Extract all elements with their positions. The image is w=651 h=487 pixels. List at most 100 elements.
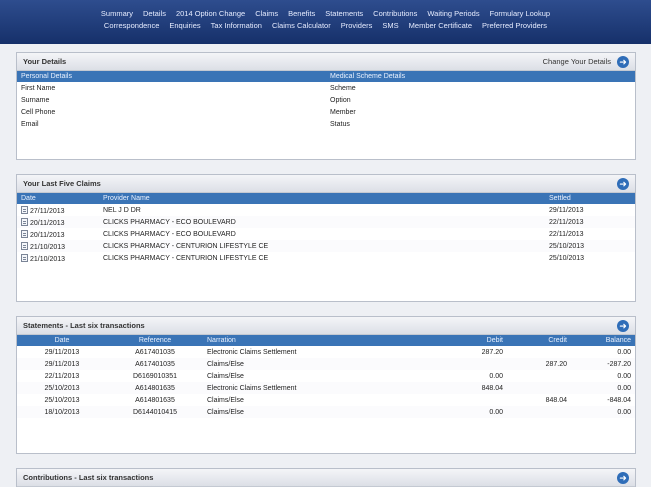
txn-debit [443, 358, 507, 370]
transaction-row: 29/11/2013 A617401035 Electronic Claims … [17, 346, 635, 358]
txn-date: 25/10/2013 [17, 382, 107, 394]
nav-formulary-lookup[interactable]: Formulary Lookup [490, 8, 550, 20]
panel-title: Contributions - Last six transactions [23, 473, 154, 482]
nav-row-1: Summary Details 2014 Option Change Claim… [0, 8, 651, 20]
nav-preferred-providers[interactable]: Preferred Providers [482, 20, 547, 32]
nav-correspondence[interactable]: Correspondence [104, 20, 159, 32]
panel-title: Your Details [23, 57, 67, 66]
arrow-right-icon[interactable]: ➜ [617, 319, 629, 332]
provider-name: CLICKS PHARMACY - CENTURION LIFESTYLE CE [99, 240, 545, 252]
column-header: Reference [107, 335, 203, 346]
txn-narration: Electronic Claims Settlement [207, 348, 297, 356]
txn-reference: A617401035 [107, 358, 203, 370]
provider-name: CLICKS PHARMACY - CENTURION LIFESTYLE CE [103, 254, 269, 262]
nav-tax-information[interactable]: Tax Information [211, 20, 262, 32]
column-header: Narration [203, 335, 443, 346]
txn-narration: Claims/Else [203, 358, 443, 370]
your-details-header: Your Details Change Your Details ➜ [17, 53, 635, 71]
txn-debit [443, 394, 507, 406]
document-icon[interactable] [21, 241, 28, 250]
field-label: Status [330, 120, 350, 128]
column-header: Settled [545, 193, 635, 204]
field-label: Surname [21, 96, 50, 104]
claims-header: Your Last Five Claims ➜ [17, 175, 635, 193]
txn-date: 18/10/2013 [17, 406, 107, 418]
txn-reference: D6144010415 [107, 406, 203, 418]
claim-date: 27/11/2013 [30, 207, 65, 215]
document-icon[interactable] [21, 217, 28, 226]
arrow-right-icon[interactable]: ➜ [617, 471, 629, 484]
nav-waiting-periods[interactable]: Waiting Periods [427, 8, 479, 20]
field-label: Option [330, 96, 351, 104]
txn-credit [507, 346, 571, 358]
nav-summary[interactable]: Summary [101, 8, 133, 20]
panel-title: Statements - Last six transactions [23, 321, 145, 330]
claim-row[interactable]: 27/11/2013 NEL J D DR 29/11/2013 [17, 204, 635, 216]
txn-date: 29/11/2013 [44, 348, 80, 356]
settled-date: 22/11/2013 [549, 230, 584, 238]
field-label: Cell Phone [21, 108, 56, 116]
nav-benefits[interactable]: Benefits [288, 8, 315, 20]
nav-statements[interactable]: Statements [325, 8, 363, 20]
nav-claims[interactable]: Claims [255, 8, 278, 20]
table-row: Email Status [17, 118, 635, 130]
column-header: Medical Scheme Details [326, 71, 635, 82]
claim-date: 21/10/2013 [30, 255, 66, 263]
txn-credit: 287.20 [507, 358, 571, 370]
provider-name: CLICKS PHARMACY - ECO BOULEVARD [99, 216, 545, 228]
claim-row[interactable]: 21/10/2013 CLICKS PHARMACY - CENTURION L… [17, 240, 635, 252]
field-label: Email [21, 120, 39, 128]
claim-row[interactable]: 20/11/2013 CLICKS PHARMACY - ECO BOULEVA… [17, 216, 635, 228]
arrow-right-icon[interactable]: ➜ [617, 55, 629, 68]
nav-sms[interactable]: SMS [382, 20, 398, 32]
txn-credit [507, 406, 571, 418]
column-header: Date [17, 193, 99, 204]
claim-row[interactable]: 20/11/2013 CLICKS PHARMACY - ECO BOULEVA… [17, 228, 635, 240]
nav-member-certificate[interactable]: Member Certificate [409, 20, 472, 32]
txn-balance: 0.00 [571, 406, 635, 418]
table-row: First Name Scheme [17, 82, 635, 94]
nav-claims-calculator[interactable]: Claims Calculator [272, 20, 331, 32]
txn-date: 22/11/2013 [44, 372, 80, 380]
contributions-panel: Contributions - Last six transactions ➜ [16, 468, 636, 487]
claim-date: 21/10/2013 [30, 243, 66, 251]
settled-date: 22/11/2013 [545, 216, 635, 228]
nav-contributions[interactable]: Contributions [373, 8, 417, 20]
document-icon[interactable] [21, 253, 28, 262]
nav-providers[interactable]: Providers [341, 20, 373, 32]
provider-name: CLICKS PHARMACY - ECO BOULEVARD [103, 230, 236, 238]
change-details-link[interactable]: Change Your Details [543, 57, 611, 66]
nav-enquiries[interactable]: Enquiries [169, 20, 200, 32]
txn-narration: Claims/Else [203, 406, 443, 418]
txn-narration: Claims/Else [207, 396, 244, 404]
claims-panel: Your Last Five Claims ➜ Date Provider Na… [16, 174, 636, 302]
txn-debit: 0.00 [443, 406, 507, 418]
txn-reference: A614801635 [135, 396, 175, 404]
document-icon[interactable] [21, 205, 28, 214]
document-icon[interactable] [21, 229, 28, 238]
field-label: Scheme [330, 84, 356, 92]
panel-title: Your Last Five Claims [23, 179, 101, 188]
txn-reference: D6169010351 [133, 372, 177, 380]
txn-debit: 0.00 [489, 372, 503, 380]
nav-option-change[interactable]: 2014 Option Change [176, 8, 245, 20]
nav-row-2: Correspondence Enquiries Tax Information… [0, 20, 651, 32]
txn-balance: -287.20 [571, 358, 635, 370]
statements-header: Statements - Last six transactions ➜ [17, 317, 635, 335]
your-details-panel: Your Details Change Your Details ➜ Perso… [16, 52, 636, 160]
txn-balance: 0.00 [617, 372, 631, 380]
table-row: Cell Phone Member [17, 106, 635, 118]
txn-narration: Electronic Claims Settlement [203, 382, 443, 394]
settled-date: 25/10/2013 [545, 240, 635, 252]
arrow-right-icon[interactable]: ➜ [617, 177, 629, 190]
column-header: Personal Details [17, 71, 326, 82]
statements-panel: Statements - Last six transactions ➜ Dat… [16, 316, 636, 454]
txn-credit [507, 382, 571, 394]
claim-row[interactable]: 21/10/2013 CLICKS PHARMACY - CENTURION L… [17, 252, 635, 264]
column-header: Credit [507, 335, 571, 346]
nav-details[interactable]: Details [143, 8, 166, 20]
column-header: Date [17, 335, 107, 346]
txn-debit: 848.04 [443, 382, 507, 394]
claims-table: Date Provider Name Settled 27/11/2013 NE… [17, 193, 635, 264]
txn-debit: 287.20 [481, 348, 503, 356]
